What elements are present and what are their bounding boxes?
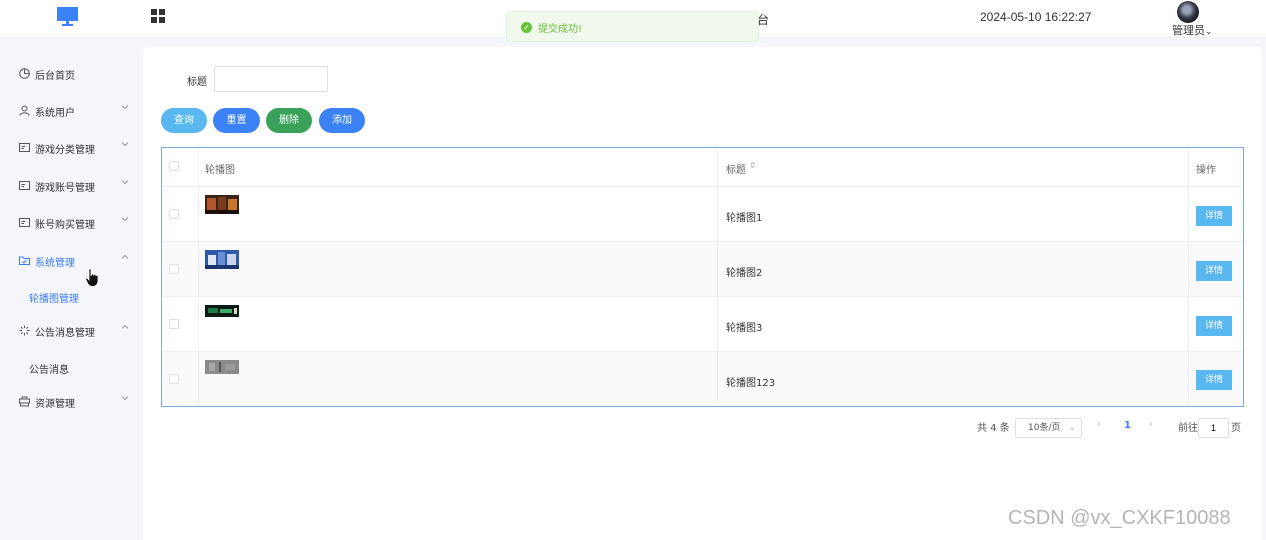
sidebar-item-label: 系统用户 bbox=[35, 108, 75, 119]
goto-prefix: 前往 bbox=[1178, 423, 1198, 434]
menu-grid-icon[interactable] bbox=[151, 9, 166, 24]
table-header-row: 轮播图 标题 ⇕ 操作 bbox=[162, 148, 1243, 187]
chevron-down-icon bbox=[121, 396, 129, 401]
watermark: CSDN @vx_CXKF10088 bbox=[1008, 507, 1231, 529]
row-title: 轮播图2 bbox=[726, 268, 763, 279]
avatar[interactable] bbox=[1177, 1, 1199, 23]
card-icon bbox=[19, 181, 30, 190]
check-circle-icon: ✓ bbox=[521, 22, 532, 33]
sidebar-item-game-category[interactable]: 游戏分类管理 bbox=[0, 131, 143, 165]
page-size-value: 10条/页 bbox=[1028, 423, 1061, 433]
sidebar-item-label: 游戏账号管理 bbox=[35, 183, 95, 194]
detail-button[interactable]: 详情 bbox=[1196, 206, 1232, 226]
row-checkbox[interactable] bbox=[169, 319, 179, 329]
user-name: 管理员 bbox=[1172, 24, 1205, 37]
chevron-down-icon bbox=[121, 142, 129, 147]
row-title: 轮播图1 bbox=[726, 213, 763, 224]
chevron-up-icon bbox=[121, 324, 129, 329]
query-button[interactable]: 查询 bbox=[161, 108, 207, 133]
table-row: 轮播图1 详情 bbox=[162, 187, 1243, 242]
title-search-input[interactable] bbox=[214, 66, 328, 92]
carousel-thumbnail[interactable] bbox=[205, 305, 239, 317]
sidebar-item-resources[interactable]: 资源管理 bbox=[0, 385, 143, 419]
sidebar-item-label: 资源管理 bbox=[35, 399, 75, 410]
sidebar-item-label: 账号购买管理 bbox=[35, 220, 95, 231]
select-all-checkbox[interactable] bbox=[169, 161, 179, 171]
title-filter-label: 标题 bbox=[187, 77, 207, 88]
success-toast: ✓ 提交成功! bbox=[506, 11, 759, 42]
sidebar-subitem-label: 公告消息 bbox=[29, 365, 69, 376]
pagination-total: 共 4 条 bbox=[977, 423, 1010, 434]
detail-button[interactable]: 详情 bbox=[1196, 316, 1232, 336]
sidebar-item-system-users[interactable]: 系统用户 bbox=[0, 94, 143, 128]
chevron-down-icon bbox=[121, 180, 129, 185]
user-icon bbox=[19, 105, 30, 116]
table-row: 轮播图3 详情 bbox=[162, 297, 1243, 352]
folder-icon bbox=[19, 256, 30, 265]
sidebar-item-home[interactable]: 后台首页 bbox=[0, 57, 143, 91]
chevron-down-icon: ⌄ bbox=[1205, 27, 1213, 37]
card-icon bbox=[19, 143, 30, 152]
sidebar-subitem-label: 轮播图管理 bbox=[29, 294, 79, 305]
row-title: 轮播图3 bbox=[726, 323, 763, 334]
sort-icon[interactable]: ⇕ bbox=[749, 161, 756, 170]
monitor-logo-icon[interactable] bbox=[57, 7, 78, 27]
goto-page-input[interactable] bbox=[1198, 418, 1229, 438]
sidebar-item-game-accounts[interactable]: 游戏账号管理 bbox=[0, 169, 143, 203]
user-menu[interactable]: 管理员⌄ bbox=[1172, 22, 1213, 38]
carousel-thumbnail[interactable] bbox=[205, 250, 239, 269]
chevron-down-icon bbox=[121, 217, 129, 222]
page-size-select[interactable]: 10条/页 ⌄ bbox=[1015, 418, 1082, 438]
table-row: 轮播图123 详情 bbox=[162, 352, 1243, 406]
row-checkbox[interactable] bbox=[169, 209, 179, 219]
column-header-title: 标题 bbox=[726, 165, 746, 176]
row-checkbox[interactable] bbox=[169, 374, 179, 384]
carousel-table: 轮播图 标题 ⇕ 操作 轮播图1 详情 轮播图2 详情 轮播图3 详情 轮播图1… bbox=[161, 147, 1244, 407]
sidebar-item-label: 系统管理 bbox=[35, 258, 75, 269]
column-header-operation: 操作 bbox=[1196, 165, 1216, 176]
chevron-down-icon bbox=[121, 105, 129, 110]
delete-button[interactable]: 删除 bbox=[266, 108, 312, 133]
toast-message: 提交成功! bbox=[538, 24, 583, 35]
chevron-down-icon: ⌄ bbox=[1068, 423, 1076, 433]
hand-cursor-icon bbox=[85, 268, 99, 287]
sidebar-item-label: 游戏分类管理 bbox=[35, 145, 95, 156]
detail-button[interactable]: 详情 bbox=[1196, 261, 1232, 281]
sidebar-item-system-management[interactable]: 系统管理 bbox=[0, 244, 143, 278]
sparkle-icon bbox=[19, 325, 30, 336]
row-checkbox[interactable] bbox=[169, 264, 179, 274]
sidebar: 后台首页 系统用户 游戏分类管理 游戏账号管理 账号购买管理 系统管理 轮播图管… bbox=[0, 38, 143, 540]
sidebar-item-account-purchase[interactable]: 账号购买管理 bbox=[0, 206, 143, 240]
page-number-current[interactable]: 1 bbox=[1124, 420, 1131, 431]
table-row: 轮播图2 详情 bbox=[162, 242, 1243, 297]
box-icon bbox=[19, 396, 30, 407]
detail-button[interactable]: 详情 bbox=[1196, 370, 1232, 390]
carousel-thumbnail[interactable] bbox=[205, 360, 239, 374]
next-page-icon[interactable]: › bbox=[1149, 419, 1153, 430]
main-panel: 标题 查询 重置 删除 添加 轮播图 标题 ⇕ 操作 轮播图1 详情 轮播图2 … bbox=[143, 47, 1262, 540]
dashboard-icon bbox=[19, 68, 30, 79]
card-icon bbox=[19, 218, 30, 227]
sidebar-subitem-announcement[interactable]: 公告消息 bbox=[0, 352, 143, 382]
goto-suffix: 页 bbox=[1231, 423, 1241, 434]
sidebar-subitem-carousel[interactable]: 轮播图管理 bbox=[0, 281, 143, 311]
row-title: 轮播图123 bbox=[726, 378, 776, 389]
current-datetime: 2024-05-10 16:22:27 bbox=[980, 10, 1092, 24]
sidebar-item-label: 公告消息管理 bbox=[35, 328, 95, 339]
add-button[interactable]: 添加 bbox=[319, 108, 365, 133]
reset-button[interactable]: 重置 bbox=[213, 108, 260, 133]
carousel-thumbnail[interactable] bbox=[205, 195, 239, 214]
prev-page-icon[interactable]: ‹ bbox=[1097, 419, 1101, 430]
sidebar-item-label: 后台首页 bbox=[35, 71, 75, 82]
chevron-up-icon bbox=[121, 254, 129, 259]
sidebar-item-announcements[interactable]: 公告消息管理 bbox=[0, 314, 143, 348]
column-header-image: 轮播图 bbox=[205, 165, 235, 176]
